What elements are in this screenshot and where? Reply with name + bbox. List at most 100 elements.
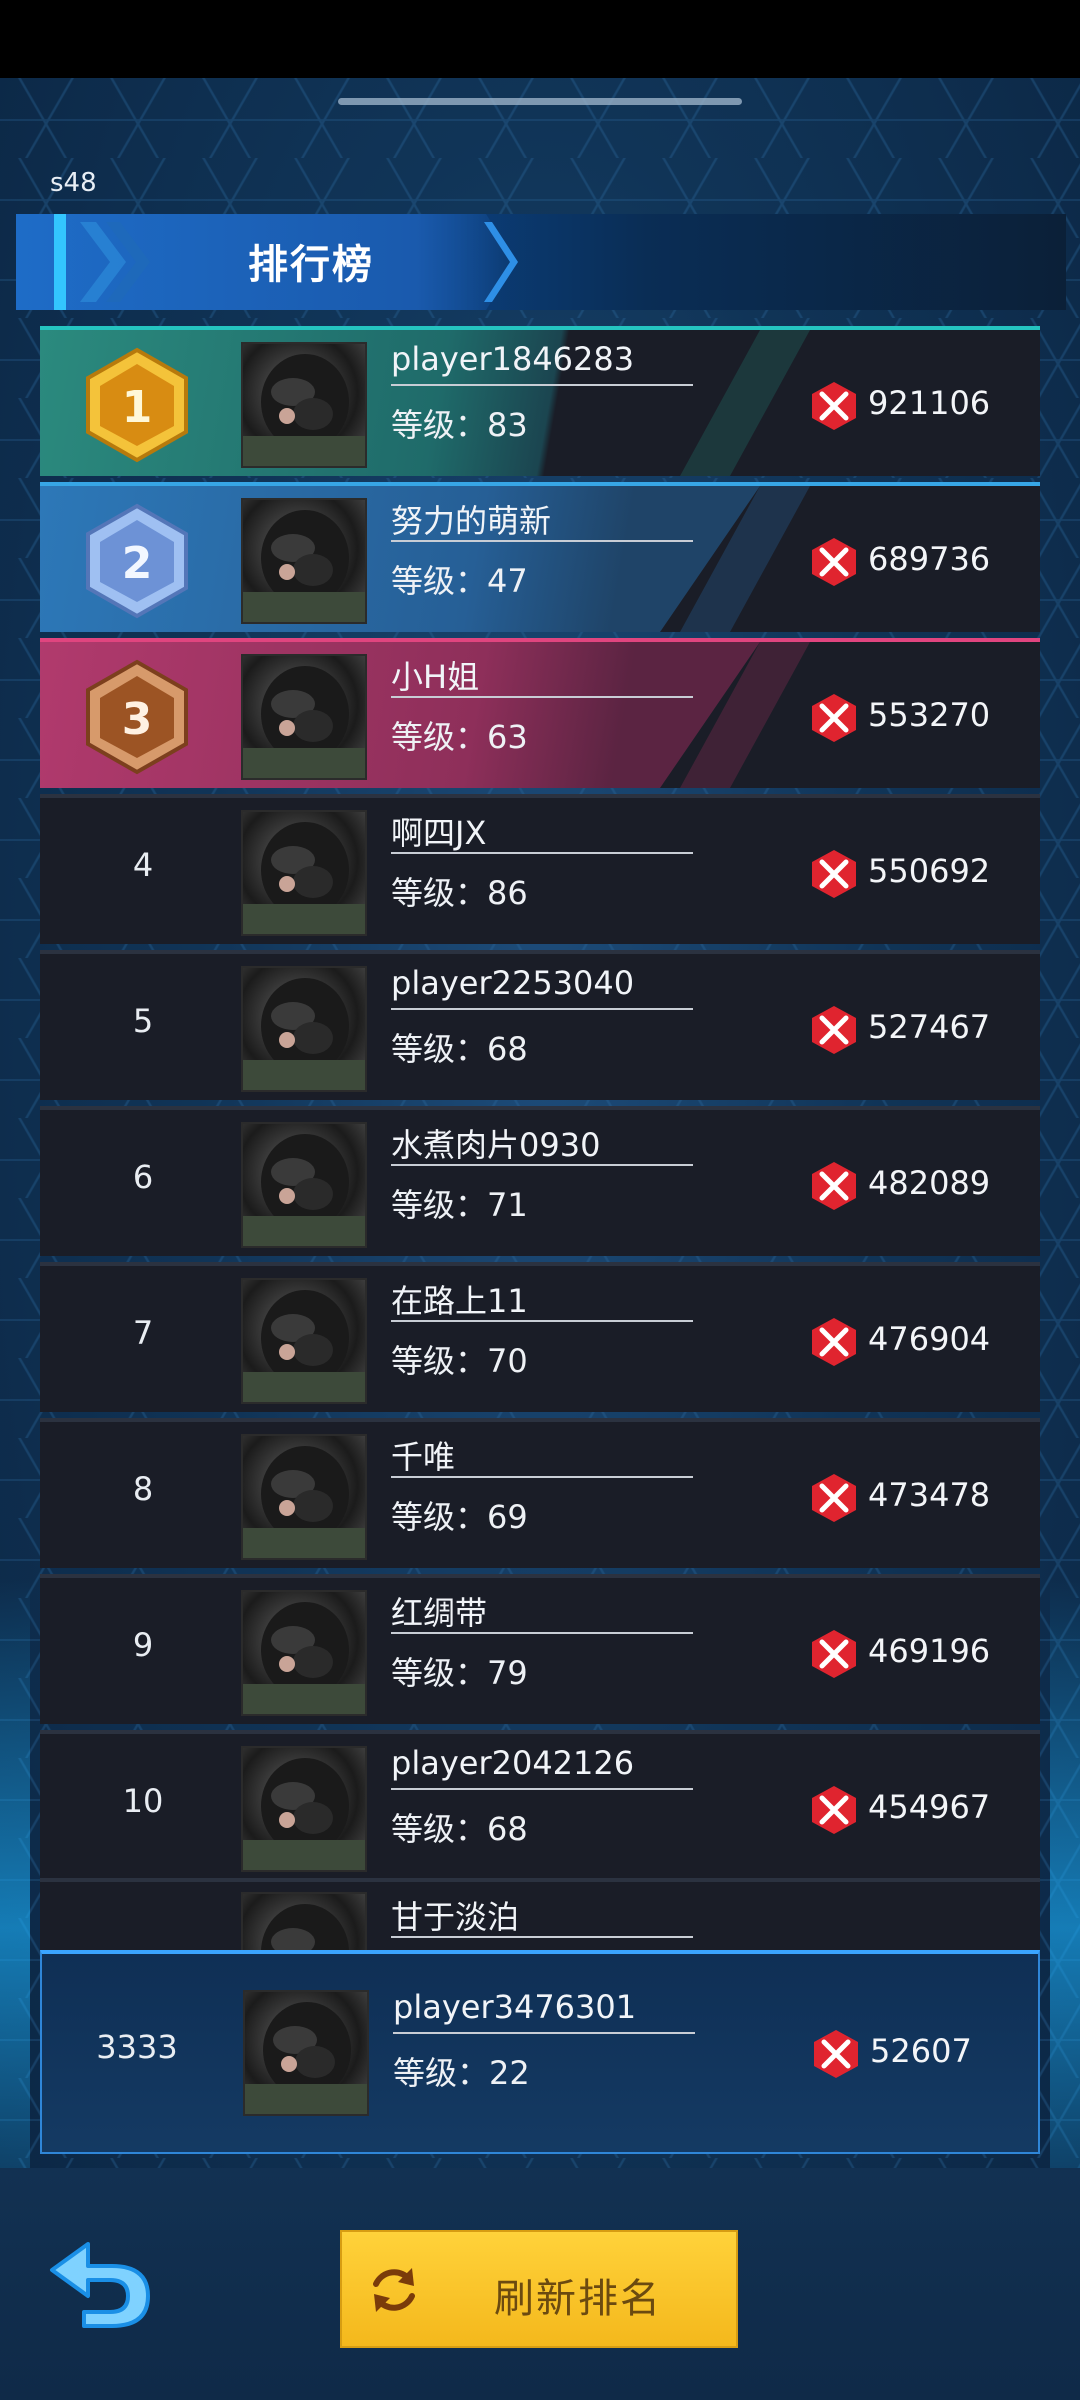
avatar[interactable] (241, 498, 367, 624)
power-score: 469196 (868, 1632, 991, 1670)
player-name: player1846283 (391, 340, 635, 378)
player-level: 等级：63 (391, 718, 528, 756)
avatar[interactable] (241, 810, 367, 936)
table-row[interactable]: 8 千唯 等级：69 473478 (40, 1418, 1040, 1568)
rank-number: 5 (132, 1002, 154, 1040)
power-score: 482089 (868, 1164, 991, 1202)
player-name: player3476301 (393, 1988, 637, 2026)
power-score: 476904 (868, 1320, 991, 1358)
crossed-swords-icon (812, 1474, 856, 1522)
table-row[interactable]: 6 水煮肉片0930 等级：71 482089 (40, 1106, 1040, 1256)
avatar[interactable] (243, 1990, 369, 2116)
my-rank-number: 3333 (96, 2028, 178, 2066)
rank-number: 10 (122, 1782, 164, 1820)
name-underline (391, 1008, 693, 1010)
player-name: 甘于淡泊 (391, 1898, 520, 1936)
chevron-right-icon (80, 222, 150, 302)
table-row[interactable]: 9 红绸带 等级：79 469196 (40, 1574, 1040, 1724)
crossed-swords-icon (812, 850, 856, 898)
bronze-medal-icon: 3 (86, 659, 188, 775)
crossed-swords-icon (812, 1162, 856, 1210)
silver-medal-icon: 2 (86, 503, 188, 619)
power-score: 689736 (868, 540, 991, 578)
avatar[interactable] (241, 654, 367, 780)
name-underline (391, 852, 693, 854)
power-score: 52607 (870, 2032, 972, 2070)
crossed-swords-icon (812, 1318, 856, 1366)
avatar[interactable] (241, 1746, 367, 1872)
power-score: 527467 (868, 1008, 991, 1046)
back-arrow-icon[interactable] (44, 2232, 156, 2332)
table-row[interactable]: 3 小H姐 等级：63 553270 (40, 638, 1040, 788)
avatar[interactable] (241, 1122, 367, 1248)
player-name: 小H姐 (391, 658, 480, 696)
player-name: 在路上11 (391, 1282, 528, 1320)
table-row[interactable]: 1 player1846283 等级：83 921106 (40, 326, 1040, 476)
player-level: 等级：22 (393, 2054, 530, 2092)
chevron-right-icon (484, 222, 518, 302)
name-underline (391, 696, 693, 698)
name-underline (391, 1936, 693, 1938)
player-name: 红绸带 (391, 1594, 488, 1632)
name-underline (391, 540, 693, 542)
crossed-swords-icon (812, 694, 856, 742)
player-level: 等级：68 (391, 1810, 528, 1848)
crossed-swords-icon (812, 1006, 856, 1054)
player-level: 等级：68 (391, 1030, 528, 1068)
table-row[interactable]: 4 啊四JX 等级：86 550692 (40, 794, 1040, 944)
name-underline (391, 1632, 693, 1634)
rank-number: 9 (132, 1626, 154, 1664)
crossed-swords-icon (812, 538, 856, 586)
player-level: 等级：79 (391, 1654, 528, 1692)
player-name: 水煮肉片0930 (391, 1126, 601, 1164)
svg-text:2: 2 (122, 538, 153, 589)
power-score: 550692 (868, 852, 991, 890)
name-underline (391, 384, 693, 386)
avatar[interactable] (241, 1434, 367, 1560)
player-level: 等级：86 (391, 874, 528, 912)
server-tag: s48 (50, 168, 97, 198)
rank-number: 6 (132, 1158, 154, 1196)
refresh-icon (373, 2268, 415, 2312)
avatar[interactable] (241, 966, 367, 1092)
table-row[interactable]: 5 player2253040 等级：68 527467 (40, 950, 1040, 1100)
name-underline (391, 1476, 693, 1478)
player-name: player2253040 (391, 964, 635, 1002)
crossed-swords-icon (812, 382, 856, 430)
name-underline (391, 1164, 693, 1166)
avatar[interactable] (241, 1278, 367, 1404)
page-title: 排行榜 (248, 242, 374, 288)
leaderboard-list[interactable]: 1 player1846283 等级：83 921106 2 努力的萌新 等级：… (40, 326, 1040, 1954)
table-row[interactable]: 10 player2042126 等级：68 454967 (40, 1730, 1040, 1880)
rank-number: 8 (132, 1470, 154, 1508)
rank-number: 7 (132, 1314, 154, 1352)
power-score: 921106 (868, 384, 991, 422)
table-row[interactable]: 2 努力的萌新 等级：47 689736 (40, 482, 1040, 632)
player-name: 啊四JX (391, 814, 487, 852)
table-row-partial[interactable]: 甘于淡泊 (40, 1878, 1040, 1954)
avatar[interactable] (241, 1590, 367, 1716)
gold-medal-icon: 1 (86, 347, 188, 463)
power-score: 454967 (868, 1788, 991, 1826)
avatar[interactable] (241, 1892, 367, 1954)
rank-number: 4 (132, 846, 154, 884)
player-level: 等级：71 (391, 1186, 528, 1224)
header-stripe (54, 214, 66, 310)
name-underline (393, 2032, 695, 2034)
refresh-ranking-button[interactable]: 刷新排名 (340, 2230, 738, 2348)
drag-handle[interactable] (338, 98, 742, 105)
crossed-swords-icon (812, 1786, 856, 1834)
refresh-button-label: 刷新排名 (494, 2276, 662, 2322)
svg-text:3: 3 (122, 694, 153, 745)
power-score: 473478 (868, 1476, 991, 1514)
avatar[interactable] (241, 342, 367, 468)
table-row[interactable]: 7 在路上11 等级：70 476904 (40, 1262, 1040, 1412)
player-name: 努力的萌新 (391, 502, 552, 540)
player-level: 等级：70 (391, 1342, 528, 1380)
player-level: 等级：47 (391, 562, 528, 600)
power-score: 553270 (868, 696, 991, 734)
player-name: player2042126 (391, 1744, 635, 1782)
crossed-swords-icon (814, 2030, 858, 2078)
my-rank-row[interactable]: 3333 player3476301 等级：22 52607 (40, 1950, 1040, 2154)
player-level: 等级：69 (391, 1498, 528, 1536)
